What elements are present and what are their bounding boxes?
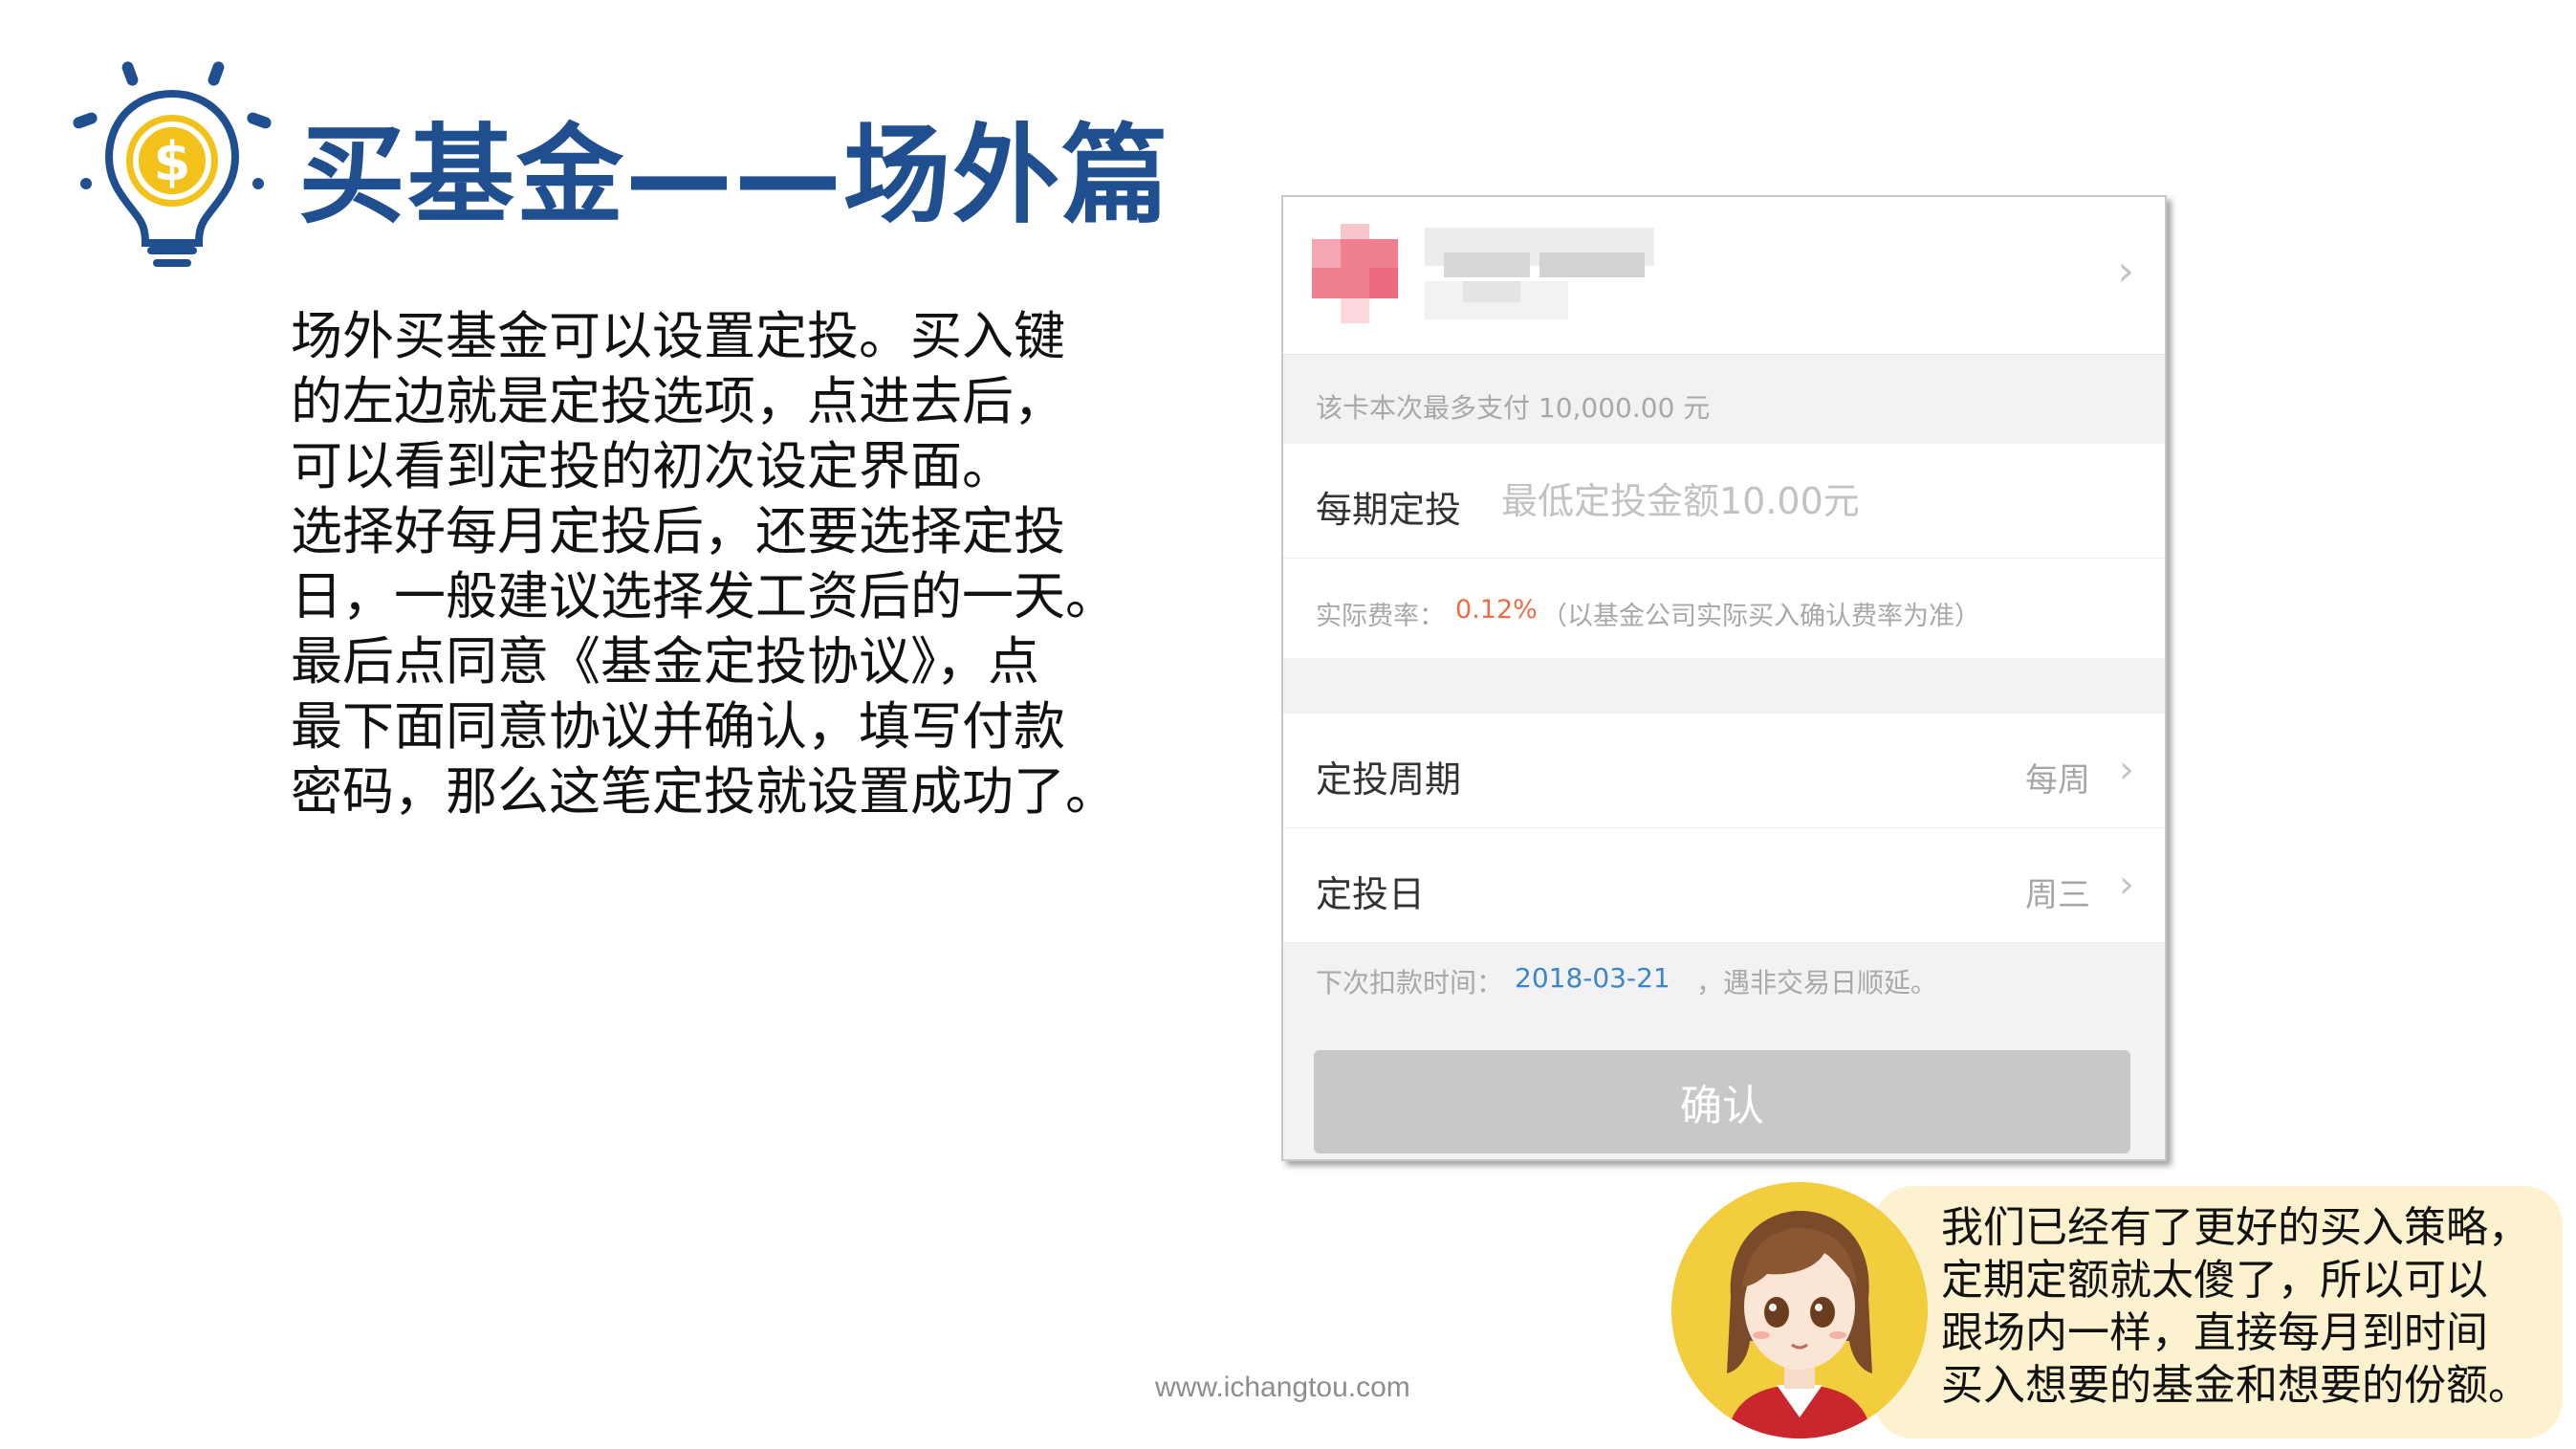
phone-screenshot: › 该卡本次最多支付 10,000.00 元 每期定投 实际费率： 0.12% … — [1281, 195, 2167, 1161]
slide-body: 场外买基金可以设置定投。买入键 的左边就是定投选项，点进去后， 可以看到定投的初… — [291, 304, 1170, 824]
body-line: 最后点同意《基金定投协议》，点 — [291, 631, 1039, 692]
next-debit-date: 2018-03-21 — [1515, 962, 1670, 994]
bank-logo-pixelated — [1312, 224, 1398, 323]
next-debit-label: 下次扣款时间： — [1316, 967, 1504, 999]
slide-title: 买基金——场外篇 — [298, 114, 1170, 238]
amount-row: 每期定投 — [1283, 444, 2165, 559]
card-limit-text: 该卡本次最多支付 10,000.00 元 — [1316, 392, 1711, 424]
bubble-line: 买入想要的基金和想要的份额。 — [1941, 1361, 2530, 1410]
day-selector[interactable]: 定投日 周三 › — [1283, 828, 2165, 943]
bubble-line: 定期定额就太傻了，所以可以 — [1941, 1256, 2488, 1305]
confirm-button[interactable]: 确认 — [1314, 1050, 2130, 1153]
fee-note: （以基金公司实际买入确认费率为准） — [1541, 602, 1980, 631]
section-divider — [1283, 658, 2165, 714]
amount-label: 每期定投 — [1316, 489, 1462, 531]
fee-value: 0.12% — [1455, 595, 1538, 625]
bubble-text: 我们已经有了更好的买入策略， 定期定额就太傻了，所以可以 跟场内一样，直接每月到… — [1941, 1201, 2563, 1412]
fee-row: 实际费率： 0.12% （以基金公司实际买入确认费率为准） — [1283, 559, 2165, 658]
avatar — [1671, 1182, 1928, 1438]
card-limit-strip: 该卡本次最多支付 10,000.00 元 — [1283, 355, 2165, 444]
body-line: 选择好每月定投后，还要选择定投 — [291, 501, 1065, 561]
body-line: 场外买基金可以设置定投。买入键 — [291, 306, 1065, 366]
body-line: 日，一般建议选择发工资后的一天。 — [291, 566, 1117, 626]
body-line: 密码，那么这笔定投就设置成功了。 — [291, 761, 1117, 822]
svg-text:$: $ — [154, 131, 191, 193]
day-label: 定投日 — [1316, 873, 1426, 915]
body-line: 的左边就是定投选项，点进去后， — [291, 371, 1065, 431]
chevron-right-icon: › — [2117, 247, 2134, 296]
body-line: 可以看到定投的初次设定界面。 — [291, 436, 1014, 496]
bubble-line: 跟场内一样，直接每月到时间 — [1941, 1308, 2488, 1357]
chevron-right-icon: › — [2119, 863, 2134, 907]
day-value: 周三 — [2025, 876, 2090, 914]
footer-url: www.ichangtou.com — [1155, 1372, 1410, 1403]
bubble-line: 我们已经有了更好的买入策略， — [1941, 1203, 2530, 1252]
period-value: 每周 — [2025, 761, 2090, 800]
amount-input[interactable] — [1501, 472, 2075, 530]
lightbulb-dollar-icon: $ — [73, 61, 272, 267]
body-line: 最下面同意协议并确认，填写付款 — [291, 696, 1065, 757]
chevron-right-icon: › — [2119, 748, 2134, 792]
fee-label: 实际费率： — [1316, 602, 1445, 631]
period-label: 定投周期 — [1316, 758, 1462, 801]
period-selector[interactable]: 定投周期 每周 › — [1283, 714, 2165, 828]
bank-card-selector[interactable]: › — [1283, 197, 2165, 355]
bank-name-pixelated — [1425, 224, 1673, 329]
next-debit-note: ，遇非交易日顺延。 — [1696, 967, 1938, 999]
